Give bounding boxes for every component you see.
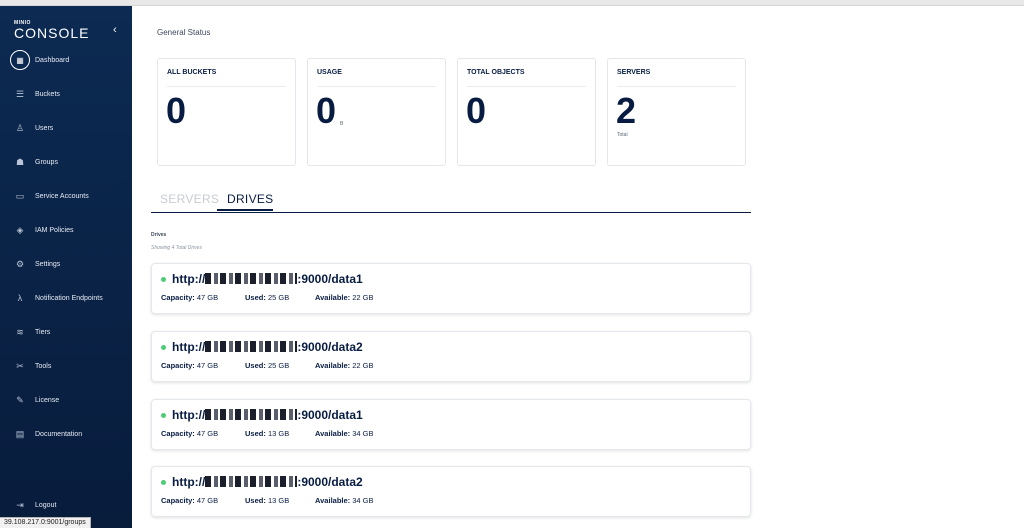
sidebar-item-label: Settings	[35, 260, 61, 268]
drives-title: Drives	[151, 232, 167, 238]
browser-status-url: 39.108.217.0:9001/groups	[0, 517, 91, 528]
sidebar-item-label: Documentation	[35, 430, 83, 438]
collapse-sidebar-chevron-icon[interactable]: ‹	[113, 24, 117, 36]
stat-divider	[167, 86, 286, 87]
sidebar-item-label: Tools	[35, 362, 52, 370]
stat-value: 2	[616, 90, 637, 131]
stat-card-all-buckets: ALL BUCKETS 0	[157, 58, 296, 166]
stat-divider	[467, 86, 586, 87]
sidebar-item-label: Groups	[35, 158, 58, 166]
drive-card[interactable]: http://:9000/data1 Capacity: 47 GB Used:…	[151, 263, 751, 314]
sidebar-item-documentation[interactable]: ▤ Documentation	[10, 424, 128, 444]
drive-card[interactable]: http://:9000/data2 Capacity: 47 GB Used:…	[151, 466, 751, 517]
sidebar-item-label: Notification Endpoints	[35, 294, 103, 302]
dashboard-icon: ▦	[10, 50, 30, 70]
tab-drives[interactable]: DRIVES	[227, 192, 273, 206]
tiers-icon: ≋	[16, 326, 24, 337]
logout-icon: ⇥	[16, 499, 24, 510]
sidebar-item-license[interactable]: ✎ License	[10, 390, 128, 410]
drive-url: http://:9000/data1	[172, 408, 363, 422]
server-drive-tabs: SERVERS DRIVES	[151, 188, 751, 213]
general-status-title: General Status	[157, 28, 211, 37]
stat-card-total-objects: TOTAL OBJECTS 0	[457, 58, 596, 166]
sidebar-item-tiers[interactable]: ≋ Tiers	[10, 322, 128, 342]
sidebar-item-groups[interactable]: ☗ Groups	[10, 152, 128, 172]
drive-url: http://:9000/data2	[172, 475, 363, 489]
stat-unit: B	[340, 121, 344, 127]
redacted-host	[205, 476, 298, 487]
drive-status-dot	[161, 345, 166, 350]
drive-available: Available: 22 GB	[315, 293, 374, 302]
drive-url: http://:9000/data2	[172, 340, 363, 354]
stat-label: USAGE	[317, 69, 342, 76]
drive-available: Available: 34 GB	[315, 496, 374, 505]
redacted-host	[205, 273, 298, 284]
stat-subtext: Total	[617, 132, 628, 138]
drive-available: Available: 34 GB	[315, 429, 374, 438]
drive-capacity: Capacity: 47 GB	[161, 429, 219, 438]
user-icon: ♙	[15, 122, 25, 133]
sidebar-item-label: Service Accounts	[35, 192, 89, 200]
drive-status-dot	[161, 277, 166, 282]
sidebar-item-logout[interactable]: ⇥ Logout	[10, 495, 128, 515]
drive-used: Used: 25 GB	[245, 361, 290, 370]
tab-servers[interactable]: SERVERS	[160, 192, 219, 206]
stat-card-usage: USAGE 0 B	[307, 58, 446, 166]
drive-available: Available: 22 GB	[315, 361, 374, 370]
documentation-icon: ▤	[15, 428, 25, 439]
sidebar-item-tools[interactable]: ✂ Tools	[10, 356, 128, 376]
redacted-host	[205, 409, 298, 420]
drive-capacity: Capacity: 47 GB	[161, 496, 219, 505]
shield-icon: ◈	[16, 224, 24, 235]
sidebar-item-label: IAM Policies	[35, 226, 74, 234]
drive-used: Used: 13 GB	[245, 429, 290, 438]
stat-value: 0	[316, 90, 337, 131]
drives-subtitle: Showing 4 Total Drives	[151, 245, 202, 251]
bucket-icon: ☰	[15, 88, 25, 99]
gear-icon: ⚙	[15, 258, 25, 269]
stat-label: ALL BUCKETS	[167, 69, 217, 76]
sidebar-item-settings[interactable]: ⚙ Settings	[10, 254, 128, 274]
minio-console-logo[interactable]: MINIO CONSOLE	[14, 20, 89, 41]
drive-status-dot	[161, 413, 166, 418]
active-tab-underline	[217, 209, 273, 211]
license-icon: ✎	[16, 394, 24, 405]
sidebar-item-buckets[interactable]: ☰ Buckets	[10, 84, 128, 104]
sidebar-item-iam-policies[interactable]: ◈ IAM Policies	[10, 220, 128, 240]
sidebar-item-dashboard[interactable]: ▦ Dashboard	[10, 50, 128, 70]
browser-top-edge	[0, 0, 1024, 6]
groups-icon: ☗	[15, 156, 25, 167]
stat-label: SERVERS	[617, 69, 651, 76]
stat-card-servers: SERVERS 2 Total	[607, 58, 746, 166]
drive-url: http://:9000/data1	[172, 272, 363, 286]
tools-icon: ✂	[16, 360, 24, 371]
sidebar-item-label: Tiers	[35, 328, 51, 336]
drive-capacity: Capacity: 47 GB	[161, 293, 219, 302]
stat-value: 0	[466, 90, 487, 131]
drive-capacity: Capacity: 47 GB	[161, 361, 219, 370]
logo-big-text: CONSOLE	[14, 25, 90, 41]
sidebar-item-label: Dashboard	[35, 56, 70, 64]
stat-value: 0	[166, 90, 187, 131]
sidebar-item-label: License	[35, 396, 60, 404]
sidebar-item-label: Buckets	[35, 90, 60, 98]
service-accounts-icon: ▭	[15, 190, 25, 201]
drive-card[interactable]: http://:9000/data1 Capacity: 47 GB Used:…	[151, 399, 751, 450]
drive-used: Used: 13 GB	[245, 496, 290, 505]
sidebar-item-notification-endpoints[interactable]: λ Notification Endpoints	[10, 288, 128, 308]
drive-used: Used: 25 GB	[245, 293, 290, 302]
sidebar-item-label: Users	[35, 124, 54, 132]
redacted-host	[205, 341, 298, 352]
drive-card[interactable]: http://:9000/data2 Capacity: 47 GB Used:…	[151, 331, 751, 382]
drive-status-dot	[161, 480, 166, 485]
sidebar: MINIO CONSOLE ‹ ▦ Dashboard ☰ Buckets ♙ …	[0, 6, 132, 528]
sidebar-item-users[interactable]: ♙ Users	[10, 118, 128, 138]
stat-divider	[617, 86, 736, 87]
sidebar-item-label: Logout	[35, 501, 57, 509]
sidebar-item-service-accounts[interactable]: ▭ Service Accounts	[10, 186, 128, 206]
stat-label: TOTAL OBJECTS	[467, 69, 525, 76]
stat-divider	[317, 86, 436, 87]
lambda-icon: λ	[17, 293, 23, 303]
